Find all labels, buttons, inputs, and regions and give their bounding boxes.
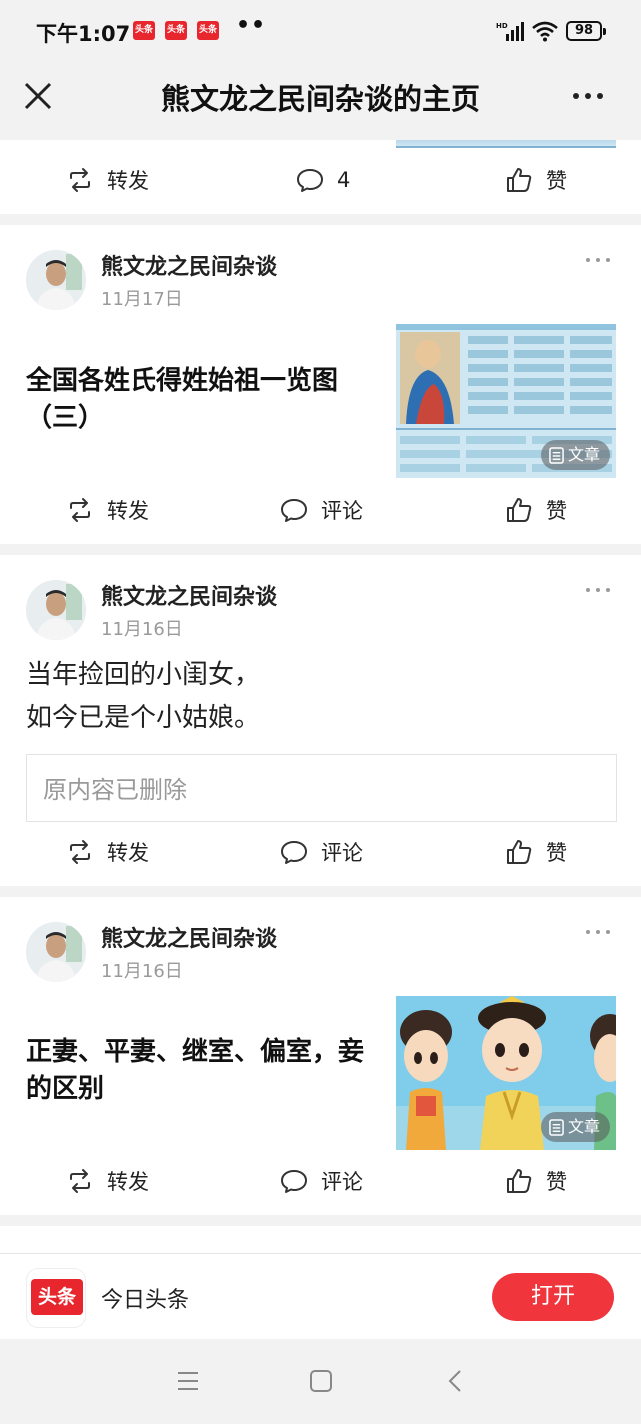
status-bar: 下午1:07 头条 头条 头条 •• HD 98: [0, 0, 641, 62]
author-name[interactable]: 熊文龙之民间杂谈: [101, 249, 277, 281]
deleted-content-box: 原内容已删除: [26, 754, 617, 822]
app-name: 今日头条: [101, 1288, 190, 1313]
repost-label: 转发: [107, 499, 149, 523]
comment-icon: [281, 841, 307, 864]
repost-button[interactable]: 转发: [66, 160, 149, 200]
more-notifications-icon: ••: [236, 13, 267, 38]
page-title: 熊文龙之民间杂谈的主页: [160, 82, 480, 116]
avatar-image: [26, 922, 86, 982]
comment-icon: [297, 169, 323, 192]
like-button[interactable]: 赞: [505, 490, 567, 530]
feed-card[interactable]: 熊文龙之民间杂谈 11月16日 正妻、平妻、继室、偏室，妾的区别 文章 转发 评…: [0, 897, 641, 1215]
post-text-line: 如今已是个小姑娘。: [26, 703, 261, 733]
more-options-icon[interactable]: [584, 927, 614, 937]
repost-button[interactable]: 转发: [66, 490, 149, 530]
action-bar: 转发 评论 赞: [0, 1161, 641, 1201]
open-app-button[interactable]: 打开: [492, 1273, 614, 1321]
home-icon[interactable]: [309, 1369, 333, 1393]
article-title[interactable]: 正妻、平妻、继室、偏室，妾的区别: [26, 1034, 376, 1108]
toutiao-notification-icon: 头条: [165, 21, 187, 40]
repost-button[interactable]: 转发: [66, 1161, 149, 1201]
profile-page: 下午1:07 头条 头条 头条 •• HD 98 熊文龙之民间杂谈的主页 转发 …: [0, 0, 641, 1424]
like-label: 赞: [546, 1170, 567, 1194]
article-badge-label: 文章: [567, 445, 600, 464]
comment-icon: [281, 499, 307, 522]
svg-text:HD: HD: [496, 22, 508, 30]
comment-button[interactable]: 评论: [280, 490, 363, 530]
wifi-icon: [532, 21, 558, 42]
repost-icon: [70, 168, 90, 192]
comment-label: 评论: [321, 499, 363, 523]
comment-button[interactable]: 评论: [280, 832, 363, 872]
article-icon: [549, 1118, 564, 1136]
battery-indicator: 98: [566, 21, 606, 41]
more-icon[interactable]: [566, 76, 610, 116]
avatar[interactable]: [26, 250, 86, 310]
feed-card[interactable]: 熊文龙之民间杂谈 11月16日 当年捡回的小闺女， 如今已是个小姑娘。 原内容已…: [0, 555, 641, 886]
status-time: 下午1:07: [36, 22, 131, 46]
toutiao-logo: 头条: [26, 1268, 86, 1328]
top-nav-bar: 熊文龙之民间杂谈的主页: [0, 62, 641, 140]
like-button[interactable]: 赞: [505, 160, 567, 200]
article-icon: [549, 446, 564, 464]
like-label: 赞: [546, 499, 567, 523]
comment-label: 评论: [321, 841, 363, 865]
post-date: 11月16日: [101, 619, 183, 640]
like-button[interactable]: 赞: [505, 1161, 567, 1201]
article-badge: 文章: [540, 1112, 610, 1142]
repost-icon: [70, 1169, 90, 1193]
repost-label: 转发: [107, 841, 149, 865]
like-label: 赞: [546, 841, 567, 865]
repost-label: 转发: [107, 1170, 149, 1194]
toutiao-logo-text: 头条: [31, 1279, 83, 1315]
action-bar: 转发 4 赞: [0, 160, 641, 200]
article-title[interactable]: 全国各姓氏得姓始祖一览图（三）: [26, 363, 386, 437]
avatar[interactable]: [26, 922, 86, 982]
comment-button[interactable]: 评论: [280, 1161, 363, 1201]
article-thumbnail[interactable]: 文章: [396, 324, 616, 478]
comment-icon: [281, 1170, 307, 1193]
like-icon: [507, 1169, 532, 1193]
like-icon: [507, 840, 532, 864]
deleted-content-label: 原内容已删除: [43, 776, 187, 804]
more-options-icon[interactable]: [584, 255, 614, 265]
close-icon[interactable]: [18, 76, 58, 116]
app-download-banner: 头条 今日头条 打开: [0, 1253, 641, 1339]
article-thumbnail[interactable]: 文章: [396, 996, 616, 1150]
repost-icon: [70, 498, 90, 522]
toutiao-notification-icon: 头条: [133, 21, 155, 40]
comment-count: 4: [337, 168, 351, 192]
author-name[interactable]: 熊文龙之民间杂谈: [101, 579, 277, 611]
avatar-image: [26, 580, 86, 640]
like-icon: [507, 168, 532, 192]
feed-card-partial: [0, 1226, 641, 1256]
menu-icon[interactable]: [176, 1369, 200, 1393]
back-icon[interactable]: [444, 1369, 468, 1393]
action-bar: 转发 评论 赞: [0, 832, 641, 872]
like-icon: [507, 498, 532, 522]
repost-button[interactable]: 转发: [66, 832, 149, 872]
avatar[interactable]: [26, 580, 86, 640]
signal-icon: HD: [496, 22, 524, 41]
comment-label: 评论: [321, 1170, 363, 1194]
repost-label: 转发: [107, 169, 149, 193]
feed-card-partial: 转发 4 赞: [0, 140, 641, 214]
repost-icon: [70, 840, 90, 864]
like-label: 赞: [546, 169, 567, 193]
more-options-icon[interactable]: [584, 585, 614, 595]
avatar-image: [26, 250, 86, 310]
thumbnail-partial: [396, 140, 616, 148]
comment-button[interactable]: 4: [296, 160, 350, 200]
post-text-line: 当年捡回的小闺女，: [26, 660, 261, 690]
article-badge: 文章: [540, 440, 610, 470]
toutiao-notification-icon: 头条: [197, 21, 219, 40]
author-name[interactable]: 熊文龙之民间杂谈: [101, 921, 277, 953]
post-date: 11月17日: [101, 289, 183, 310]
like-button[interactable]: 赞: [505, 832, 567, 872]
post-date: 11月16日: [101, 961, 183, 982]
article-badge-label: 文章: [567, 1117, 600, 1136]
feed-card[interactable]: 熊文龙之民间杂谈 11月17日 全国各姓氏得姓始祖一览图（三） 文章 转发 评论…: [0, 225, 641, 544]
action-bar: 转发 评论 赞: [0, 490, 641, 530]
system-nav-bar: [0, 1339, 641, 1424]
